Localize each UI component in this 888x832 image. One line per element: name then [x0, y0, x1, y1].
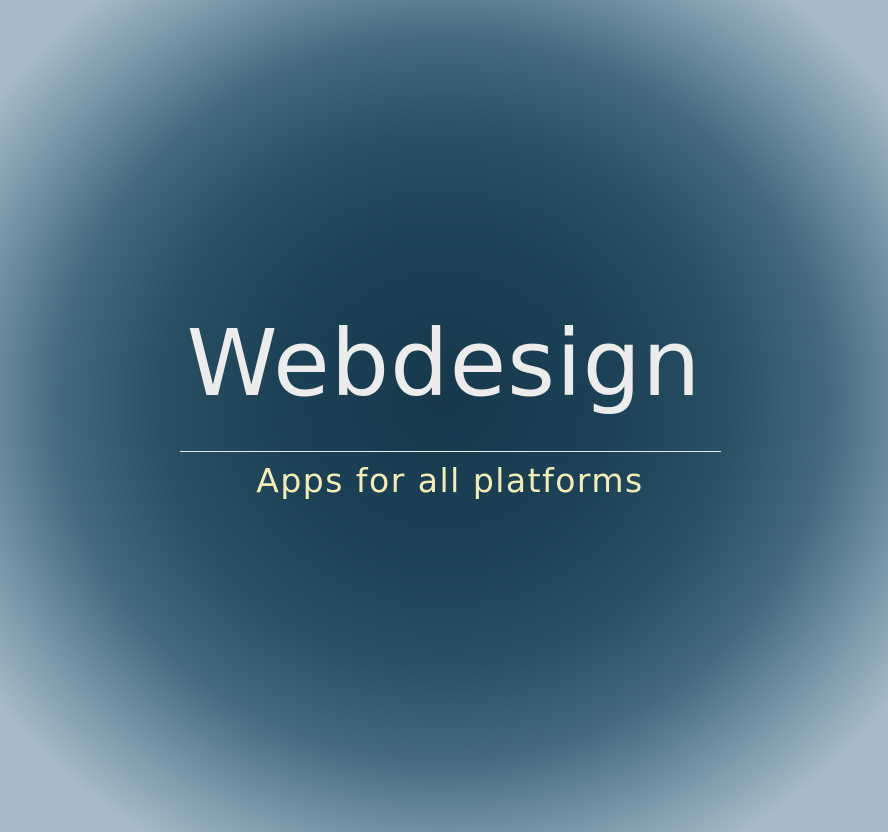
divider-line — [180, 451, 721, 452]
logo-title: Webdesign — [186, 310, 702, 417]
logo-tagline: Apps for all platforms — [256, 461, 644, 500]
